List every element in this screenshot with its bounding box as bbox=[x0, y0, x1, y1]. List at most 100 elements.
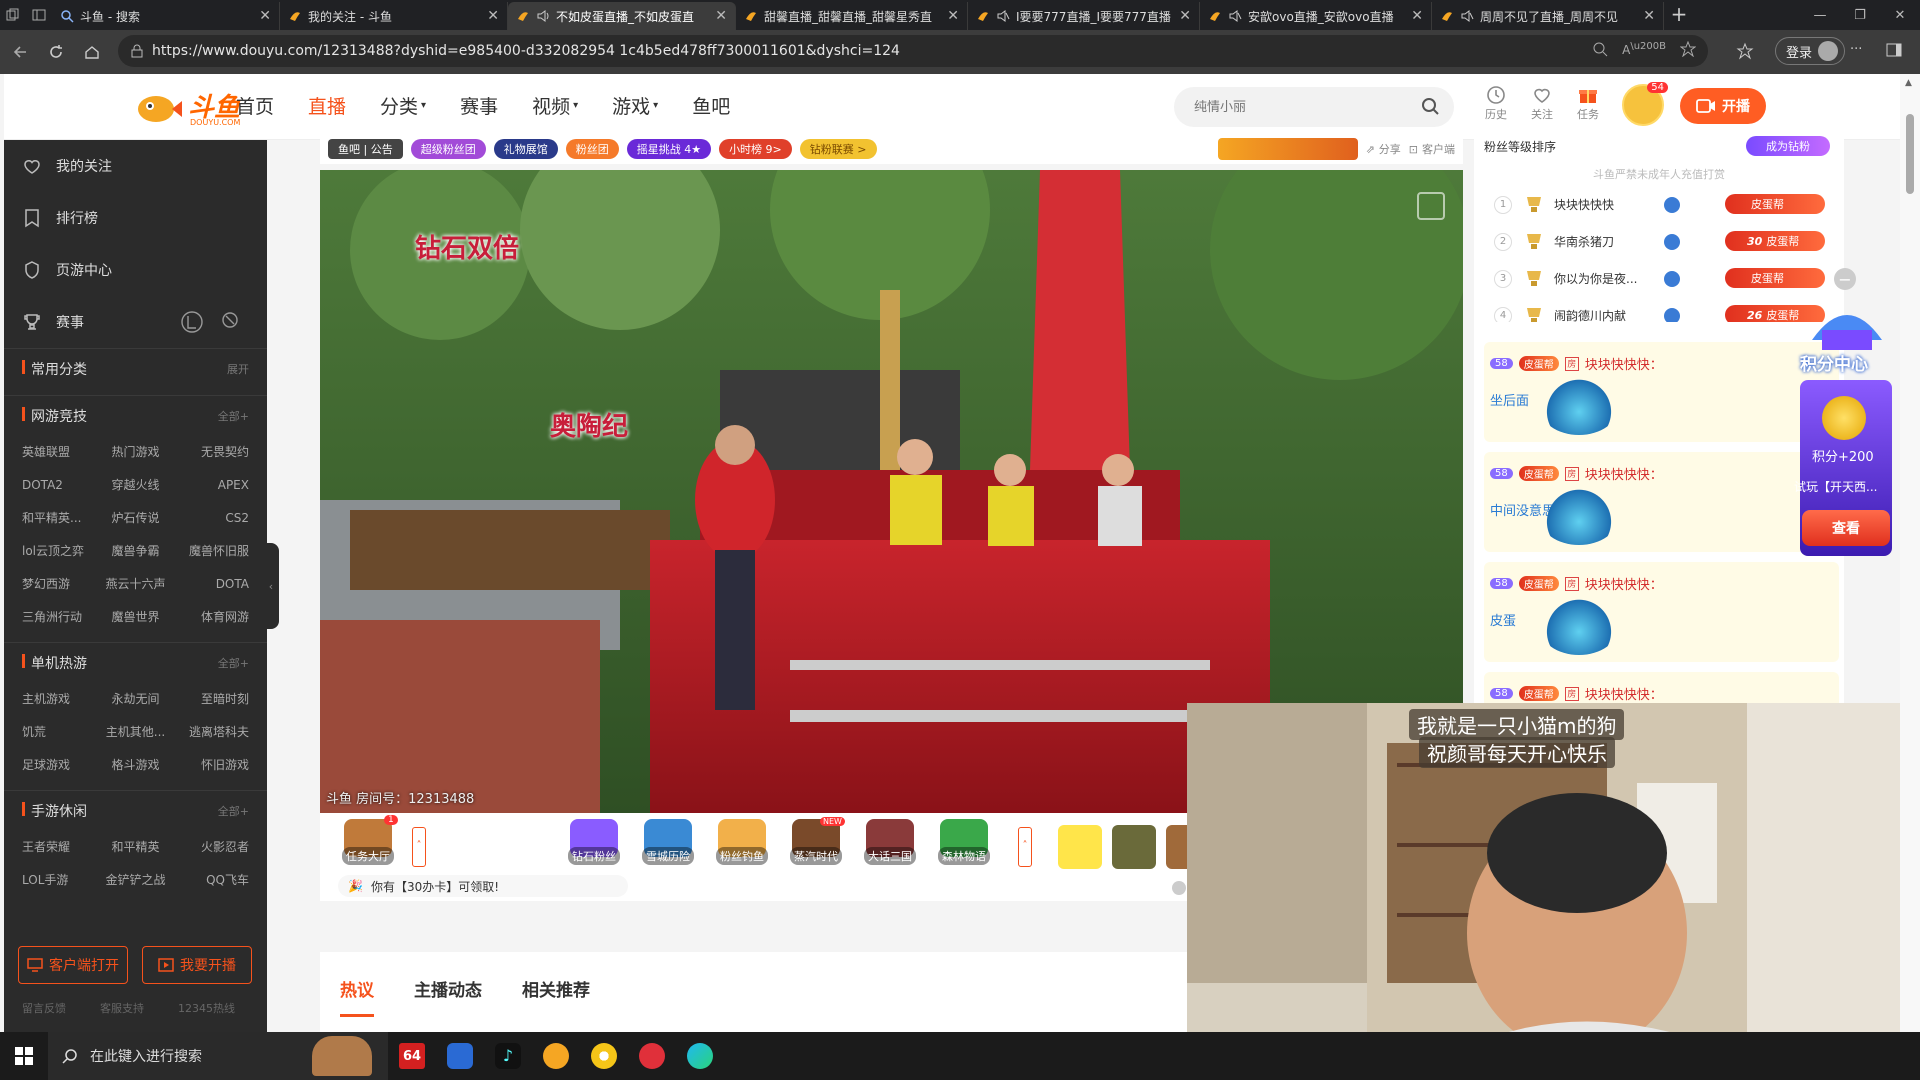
taskbar-app-chrome[interactable] bbox=[580, 1032, 628, 1080]
category-link[interactable]: 魔兽怀旧服 bbox=[173, 535, 249, 568]
category-link[interactable]: 格斗游戏 bbox=[98, 749, 174, 782]
all-link[interactable]: 全部+ bbox=[218, 408, 249, 424]
douyu-logo[interactable]: 斗鱼 DOUYU.COM bbox=[134, 87, 240, 127]
category-link[interactable]: LOL手游 bbox=[22, 864, 98, 897]
muted-speaker-icon[interactable] bbox=[1228, 9, 1242, 23]
nav-video[interactable]: 视频 ▾ bbox=[532, 92, 578, 119]
taskbar-app-tiktok[interactable]: ♪ bbox=[484, 1032, 532, 1080]
category-link[interactable]: DOTA2 bbox=[22, 469, 98, 502]
sidebar-common-head[interactable]: 常用分类 展开 bbox=[22, 349, 249, 389]
hotline-link[interactable]: 12345热线 bbox=[178, 1000, 235, 1016]
taskbar-app-64[interactable]: 64 bbox=[388, 1032, 436, 1080]
chat-message[interactable]: 58 皮蛋帮房块块快快快： bbox=[1484, 672, 1839, 704]
feedback-link[interactable]: 留言反馈 bbox=[22, 1000, 66, 1016]
close-icon[interactable]: ✕ bbox=[1643, 8, 1655, 24]
nav-match[interactable]: 赛事 bbox=[460, 92, 498, 119]
sidebar-toggle-icon[interactable] bbox=[1886, 42, 1902, 58]
rank-row[interactable]: 3 你以为你是夜... 皮蛋帮 bbox=[1474, 260, 1844, 297]
tab-streamer-posts[interactable]: 主播动态 bbox=[414, 976, 482, 1001]
chat-message[interactable]: 58 皮蛋帮房块块快快快： 皮蛋 bbox=[1484, 562, 1839, 662]
support-link[interactable]: 客服支持 bbox=[100, 1000, 144, 1016]
start-stream-button[interactable]: 开播 bbox=[1680, 88, 1766, 124]
close-icon[interactable]: ✕ bbox=[487, 8, 499, 24]
expand-up-icon[interactable]: ˄ bbox=[1018, 827, 1032, 867]
tab-tianxin[interactable]: 甜馨直播_甜馨直播_甜馨星秀直 ✕ bbox=[736, 2, 968, 30]
category-link[interactable]: 主机游戏 bbox=[22, 683, 98, 716]
pill-star-challenge[interactable]: 摇星挑战 4★ bbox=[626, 139, 712, 159]
nav-live[interactable]: 直播 bbox=[308, 92, 346, 119]
gift-fans-fishing[interactable]: 粉丝钓鱼 bbox=[712, 819, 772, 865]
open-client-button[interactable]: 客户端打开 bbox=[18, 946, 128, 984]
info-icon[interactable] bbox=[1172, 881, 1186, 895]
category-link[interactable]: 燕云十六声 bbox=[98, 568, 174, 601]
category-link[interactable]: 梦幻西游 bbox=[22, 568, 98, 601]
pill-gift-hall[interactable]: 礼物展馆 bbox=[493, 139, 558, 159]
close-icon[interactable]: ✕ bbox=[259, 8, 271, 24]
category-link[interactable]: 穿越火线 bbox=[98, 469, 174, 502]
tab-related[interactable]: 相关推荐 bbox=[522, 976, 590, 1001]
chat-username[interactable]: 块块快快快： bbox=[1585, 574, 1663, 593]
rank-row[interactable]: 1 块块快快快 皮蛋帮 bbox=[1474, 186, 1844, 223]
points-center-widget[interactable]: 积分中心 积分+200 试玩【开天西... 查看 bbox=[1794, 300, 1894, 558]
category-link[interactable]: 魔兽争霸 bbox=[98, 535, 174, 568]
pip-icon[interactable] bbox=[1417, 192, 1445, 220]
fishbar-notice-tab[interactable]: 鱼吧 | 公告 bbox=[328, 139, 403, 159]
tab-yaoyao777[interactable]: I要要777直播_I要要777直播 ✕ bbox=[968, 2, 1200, 30]
lock-icon[interactable] bbox=[130, 44, 144, 58]
category-link[interactable]: 主机其他... bbox=[98, 716, 174, 749]
follow-button[interactable]: 关注 bbox=[1522, 84, 1562, 122]
favorites-icon[interactable] bbox=[1736, 42, 1754, 60]
url-field[interactable]: https://www.douyu.com/12313488?dyshid=e9… bbox=[118, 35, 1708, 67]
tab-actions-icon[interactable] bbox=[26, 0, 52, 30]
i-want-stream-button[interactable]: 我要开播 bbox=[142, 946, 252, 984]
claim-notice[interactable]: 🎉 你有【30办卡】可领取! bbox=[338, 875, 628, 897]
browser-login-button[interactable]: 登录 bbox=[1775, 37, 1846, 65]
pill-hour-rank[interactable]: 小时榜 9> bbox=[719, 139, 792, 159]
chat-username[interactable]: 块块快快快： bbox=[1585, 464, 1663, 483]
sidebar-item-follow[interactable]: 我的关注 bbox=[4, 140, 267, 192]
more-menu-icon[interactable]: ··· bbox=[1850, 42, 1862, 57]
category-link[interactable]: CS2 bbox=[173, 502, 249, 535]
pill-super-fans[interactable]: 超级粉丝团 bbox=[410, 139, 486, 159]
category-link[interactable]: 热门游戏 bbox=[98, 436, 174, 469]
muted-speaker-icon[interactable] bbox=[996, 9, 1010, 23]
close-icon[interactable]: ✕ bbox=[947, 8, 959, 24]
home-button[interactable] bbox=[76, 36, 108, 68]
category-link[interactable]: 金铲铲之战 bbox=[98, 864, 174, 897]
page-scrollbar[interactable]: ▲ bbox=[1900, 74, 1920, 1032]
become-diamond-button[interactable]: 成为钻粉 bbox=[1746, 136, 1830, 156]
promo-banner[interactable] bbox=[1217, 138, 1358, 160]
share-button[interactable]: ⇗ 分享 bbox=[1366, 141, 1401, 157]
collapse-panel-icon[interactable]: − bbox=[1834, 268, 1856, 290]
all-link[interactable]: 全部+ bbox=[218, 803, 249, 819]
category-link[interactable]: 体育网游 bbox=[173, 601, 249, 634]
category-link[interactable]: 怀旧游戏 bbox=[173, 749, 249, 782]
webcam-overlay[interactable]: 我就是一只小猫m的狗 祝颜哥每天开心快乐 bbox=[1187, 703, 1920, 1080]
client-button[interactable]: ⊡ 客户端 bbox=[1409, 141, 1455, 157]
favorite-star-icon[interactable] bbox=[1680, 41, 1696, 57]
tab-my-follow[interactable]: 我的关注 - 斗鱼 ✕ bbox=[280, 2, 508, 30]
nav-home[interactable]: 首页 bbox=[236, 92, 274, 119]
gift-task-hall[interactable]: 任务大厅 1 bbox=[338, 815, 398, 865]
start-button[interactable] bbox=[0, 1032, 48, 1080]
taskbar-app-pink[interactable] bbox=[628, 1032, 676, 1080]
user-avatar[interactable]: 54 bbox=[1622, 82, 1668, 126]
search-icon[interactable] bbox=[1420, 96, 1440, 116]
back-button[interactable] bbox=[4, 36, 36, 68]
taskbar-app-blue[interactable] bbox=[436, 1032, 484, 1080]
category-link[interactable]: 无畏契约 bbox=[173, 436, 249, 469]
gift-three-kingdoms[interactable]: 大话三国 bbox=[860, 819, 920, 865]
category-link[interactable]: 和平精英... bbox=[22, 502, 98, 535]
maximize-button[interactable]: ❐ bbox=[1840, 0, 1880, 30]
category-link[interactable]: QQ飞车 bbox=[173, 864, 249, 897]
lol-logo-icon[interactable] bbox=[180, 310, 204, 334]
category-link[interactable]: 逃离塔科夫 bbox=[173, 716, 249, 749]
chat-message[interactable]: 58 皮蛋帮房块块快快快： 中间没意思 bbox=[1484, 452, 1839, 552]
close-window-button[interactable]: ✕ bbox=[1880, 0, 1920, 30]
nav-category[interactable]: 分类 ▾ bbox=[380, 92, 426, 119]
close-icon[interactable]: ✕ bbox=[1179, 8, 1191, 24]
category-link[interactable]: lol云顶之弈 bbox=[22, 535, 98, 568]
scroll-thumb[interactable] bbox=[1906, 114, 1914, 194]
tab-hot-discussion[interactable]: 热议 bbox=[340, 976, 374, 1017]
chat-message[interactable]: 58 皮蛋帮房块块快快快： 坐后面 bbox=[1484, 342, 1839, 442]
